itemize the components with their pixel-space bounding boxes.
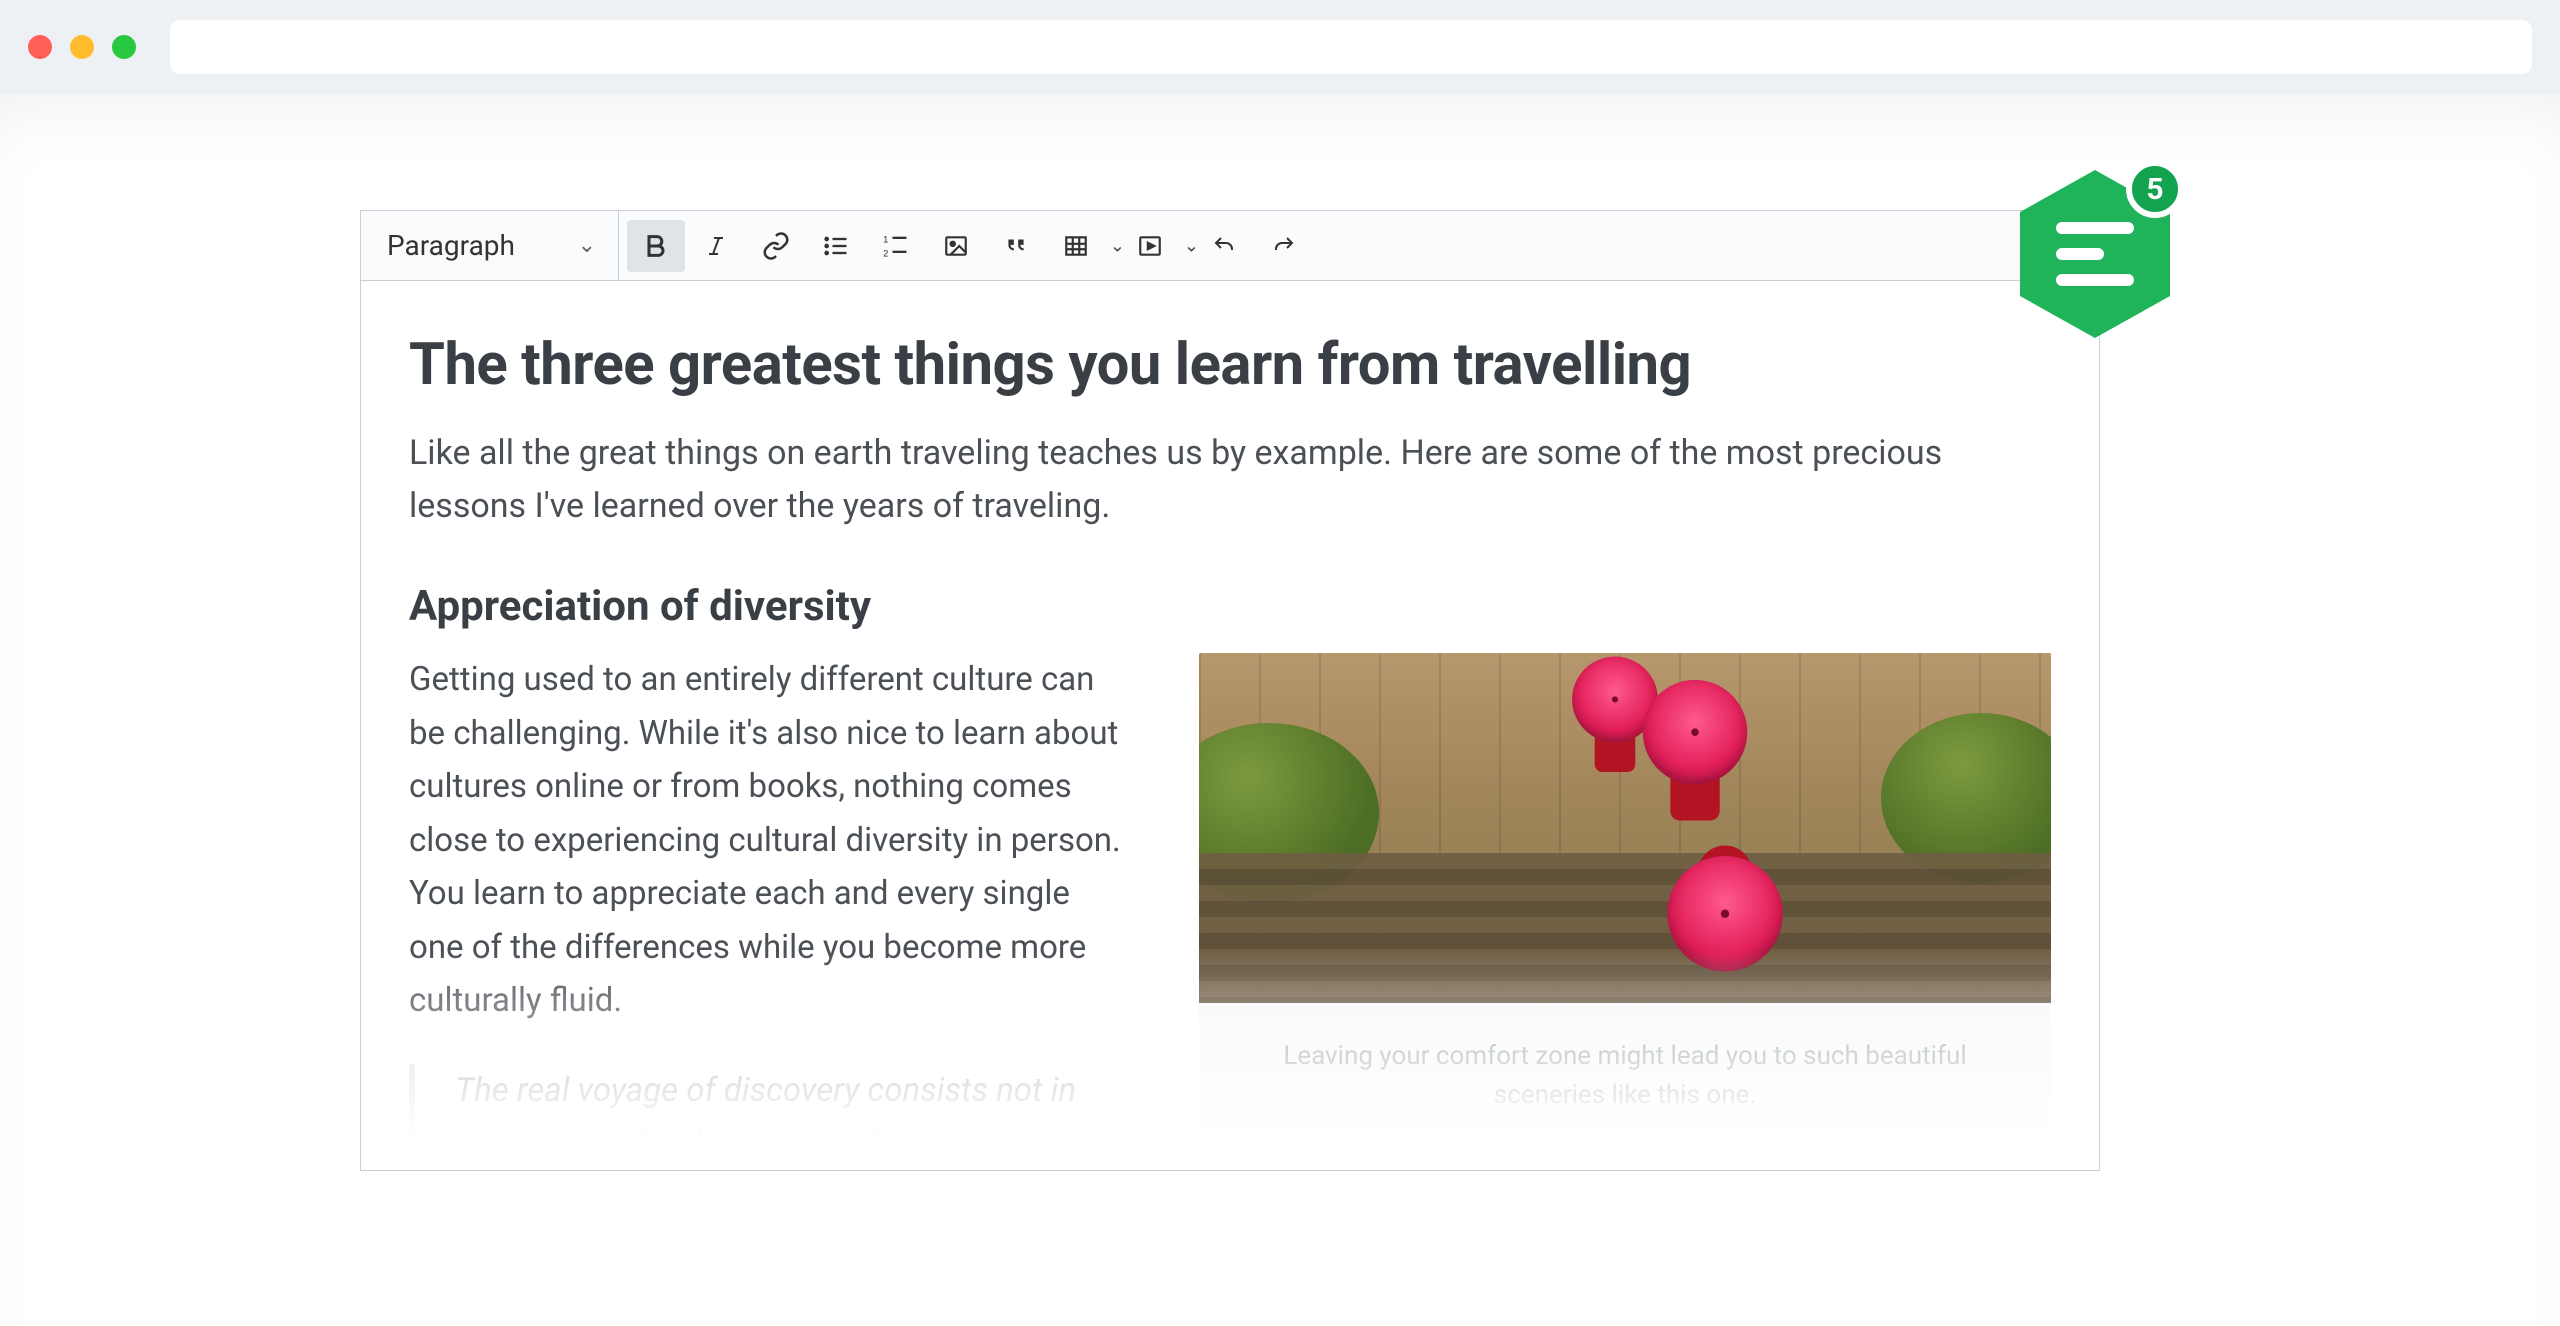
- quote-icon: [1001, 233, 1031, 259]
- editor-toolbar: Paragraph ⌄: [361, 211, 2099, 281]
- figure-caption[interactable]: Leaving your comfort zone might lead you…: [1199, 1003, 2051, 1115]
- minimize-window-button[interactable]: [70, 35, 94, 59]
- section-columns: Getting used to an entirely different cu…: [409, 653, 2051, 1170]
- bold-button[interactable]: [627, 220, 685, 272]
- media-icon: [1136, 233, 1164, 259]
- block-format-dropdown[interactable]: Paragraph ⌄: [361, 211, 619, 280]
- svg-text:1: 1: [883, 234, 888, 244]
- section-body[interactable]: Getting used to an entirely different cu…: [409, 653, 1129, 1027]
- blockquote-button[interactable]: [987, 220, 1045, 272]
- link-icon: [761, 231, 791, 261]
- numbered-list-icon: 1 2: [881, 232, 911, 260]
- italic-button[interactable]: [687, 220, 745, 272]
- article-intro[interactable]: Like all the great things on earth trave…: [409, 427, 1949, 532]
- insert-table-button[interactable]: ⌄: [1047, 220, 1119, 272]
- address-bar[interactable]: [170, 20, 2532, 74]
- italic-icon: [704, 231, 728, 261]
- redo-icon: [1269, 234, 1299, 258]
- chevron-down-icon: ⌄: [578, 233, 596, 258]
- article-title[interactable]: The three greatest things you learn from…: [409, 331, 2051, 399]
- redo-button[interactable]: [1255, 220, 1313, 272]
- zoom-window-button[interactable]: [112, 35, 136, 59]
- undo-icon: [1209, 234, 1239, 258]
- close-window-button[interactable]: [28, 35, 52, 59]
- table-icon: [1062, 233, 1090, 259]
- browser-window: Paragraph ⌄: [0, 0, 2560, 1326]
- pull-quote[interactable]: The real voyage of discovery consists no…: [409, 1064, 1129, 1171]
- bulleted-list-button[interactable]: [807, 220, 865, 272]
- undo-button[interactable]: [1195, 220, 1253, 272]
- bold-icon: [642, 231, 670, 261]
- link-button[interactable]: [747, 220, 805, 272]
- section-text-column[interactable]: Getting used to an entirely different cu…: [409, 653, 1129, 1170]
- svg-text:2: 2: [883, 248, 888, 258]
- comments-badge[interactable]: 5: [2020, 170, 2170, 338]
- toolbar-buttons: 1 2 ⌄: [619, 211, 1321, 280]
- bulleted-list-icon: [821, 232, 851, 260]
- rich-text-editor: Paragraph ⌄: [360, 210, 2100, 1171]
- image-icon: [941, 233, 971, 259]
- numbered-list-button[interactable]: 1 2: [867, 220, 925, 272]
- window-controls: [28, 35, 136, 59]
- section-heading[interactable]: Appreciation of diversity: [409, 582, 2051, 631]
- insert-image-button[interactable]: [927, 220, 985, 272]
- editor-body[interactable]: The three greatest things you learn from…: [361, 281, 2099, 1170]
- comments-count: 5: [2126, 160, 2184, 218]
- block-format-label: Paragraph: [387, 229, 515, 262]
- browser-chrome: [0, 0, 2560, 94]
- article-figure[interactable]: Leaving your comfort zone might lead you…: [1199, 653, 2051, 1145]
- insert-media-button[interactable]: ⌄: [1121, 220, 1193, 272]
- figure-image[interactable]: [1199, 653, 2051, 1003]
